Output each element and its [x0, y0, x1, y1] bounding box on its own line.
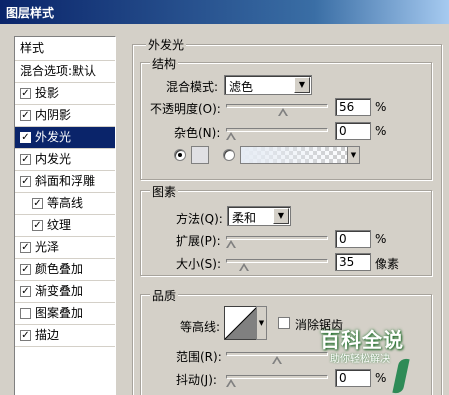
opacity-input[interactable]: 56 — [335, 98, 371, 116]
style-item-checkbox[interactable]: ✓ — [20, 110, 31, 121]
opacity-label: 不透明度(O): — [150, 102, 221, 116]
style-item-label: 投影 — [35, 86, 60, 100]
style-item-checkbox[interactable]: ✓ — [20, 242, 31, 253]
style-item-label: 内阴影 — [35, 108, 72, 122]
style-item[interactable]: 混合选项:默认 — [15, 61, 115, 83]
range-label: 范围(R): — [176, 350, 222, 364]
style-item[interactable]: ✓ 等高线 — [15, 193, 115, 215]
watermark-slogan: 助你轻松解决 — [330, 354, 390, 365]
style-item-checkbox[interactable] — [20, 308, 31, 319]
style-item[interactable]: ✓ 描边 — [15, 325, 115, 347]
spread-slider[interactable] — [226, 236, 328, 240]
opacity-slider-handle[interactable] — [277, 108, 288, 118]
style-item[interactable]: ✓ 颜色叠加 — [15, 259, 115, 281]
style-item[interactable]: ✓ 外发光 — [15, 127, 115, 149]
jitter-slider[interactable] — [226, 375, 328, 379]
style-item-label: 渐变叠加 — [35, 284, 84, 298]
contour-curve-icon — [224, 306, 258, 340]
noise-slider[interactable] — [226, 128, 328, 132]
method-select[interactable]: 柔和 ▼ — [227, 206, 291, 226]
style-item-label: 内发光 — [35, 152, 72, 166]
jitter-label: 抖动(J): — [176, 373, 217, 387]
contour-preview[interactable] — [224, 306, 258, 340]
opacity-unit: % — [375, 100, 387, 114]
style-list: 样式 混合选项:默认 ✓ 投影 ✓ 内阴影 ✓ 外发光 ✓ 内发光 ✓ 斜面和浮雕 ✓ 等高线 ✓ 纹理 ✓ 光… — [14, 36, 116, 395]
range-slider-handle[interactable] — [272, 356, 282, 366]
style-item-checkbox[interactable]: ✓ — [20, 330, 31, 341]
style-item-checkbox[interactable]: ✓ — [20, 176, 31, 187]
jitter-slider-handle[interactable] — [226, 379, 236, 389]
title-bar[interactable]: 图层样式 — [0, 0, 449, 24]
style-item-checkbox[interactable]: ✓ — [20, 132, 31, 143]
structure-title: 结构 — [150, 55, 179, 72]
watermark-logo: 百科全说 — [320, 328, 404, 352]
style-list-header[interactable]: 样式 — [15, 37, 115, 61]
chevron-down-icon[interactable]: ▼ — [294, 77, 310, 93]
style-item-label: 描边 — [35, 328, 60, 342]
style-item[interactable]: ✓ 斜面和浮雕 — [15, 171, 115, 193]
chevron-down-icon[interactable]: ▼ — [273, 208, 289, 224]
style-item-label: 混合选项:默认 — [20, 64, 97, 78]
style-item[interactable]: ✓ 渐变叠加 — [15, 281, 115, 303]
glow-gradient-picker[interactable]: ▼ — [240, 146, 360, 164]
blend-mode-label: 混合模式: — [166, 80, 219, 94]
contour-dropdown[interactable]: ▼ — [256, 306, 267, 340]
blend-mode-value: 滤色 — [229, 80, 254, 94]
elements-title: 图素 — [150, 183, 179, 200]
style-item-checkbox[interactable]: ✓ — [20, 154, 31, 165]
noise-label: 杂色(N): — [174, 126, 221, 140]
style-item[interactable]: ✓ 内发光 — [15, 149, 115, 171]
size-label: 大小(S): — [176, 257, 222, 271]
style-item-checkbox[interactable]: ✓ — [32, 220, 43, 231]
style-item-checkbox[interactable]: ✓ — [20, 264, 31, 275]
style-item-label: 光泽 — [35, 240, 60, 254]
size-unit: 像素 — [375, 257, 400, 271]
spread-slider-handle[interactable] — [226, 240, 236, 250]
style-item-checkbox[interactable]: ✓ — [20, 286, 31, 297]
style-item[interactable]: ✓ 纹理 — [15, 215, 115, 237]
jitter-unit: % — [375, 371, 387, 385]
section-title: 外发光 — [146, 36, 187, 53]
gradient-radio[interactable] — [223, 149, 235, 161]
style-item[interactable]: ✓ 投影 — [15, 83, 115, 105]
solid-color-radio[interactable] — [174, 149, 186, 161]
contour-label: 等高线: — [180, 320, 221, 334]
style-item-checkbox[interactable]: ✓ — [32, 198, 43, 209]
style-item-label: 外发光 — [35, 130, 72, 144]
spread-unit: % — [375, 232, 387, 246]
style-item[interactable]: ✓ 光泽 — [15, 237, 115, 259]
style-item-label: 等高线 — [47, 196, 84, 210]
method-label: 方法(Q): — [176, 212, 223, 226]
chevron-down-icon[interactable]: ▼ — [347, 147, 359, 163]
method-value: 柔和 — [232, 211, 257, 225]
chevron-down-icon: ▼ — [258, 319, 265, 327]
style-item-label: 斜面和浮雕 — [35, 174, 96, 188]
size-input[interactable]: 35 — [335, 253, 371, 271]
noise-slider-handle[interactable] — [226, 132, 236, 142]
noise-unit: % — [375, 124, 387, 138]
style-item[interactable]: 图案叠加 — [15, 303, 115, 325]
spread-label: 扩展(P): — [176, 234, 221, 248]
style-item[interactable]: ✓ 内阴影 — [15, 105, 115, 127]
blend-mode-select[interactable]: 滤色 ▼ — [224, 75, 312, 95]
glow-color-swatch[interactable] — [191, 146, 209, 164]
antialias-checkbox[interactable] — [278, 317, 290, 329]
style-item-label: 颜色叠加 — [35, 262, 84, 276]
quality-title: 品质 — [150, 287, 179, 304]
spread-input[interactable]: 0 — [335, 230, 371, 248]
style-item-label: 纹理 — [47, 218, 72, 232]
style-item-checkbox[interactable]: ✓ — [20, 88, 31, 99]
window-title: 图层样式 — [6, 6, 55, 20]
style-item-label: 图案叠加 — [35, 306, 84, 320]
size-slider-handle[interactable] — [238, 263, 249, 273]
noise-input[interactable]: 0 — [335, 122, 371, 140]
